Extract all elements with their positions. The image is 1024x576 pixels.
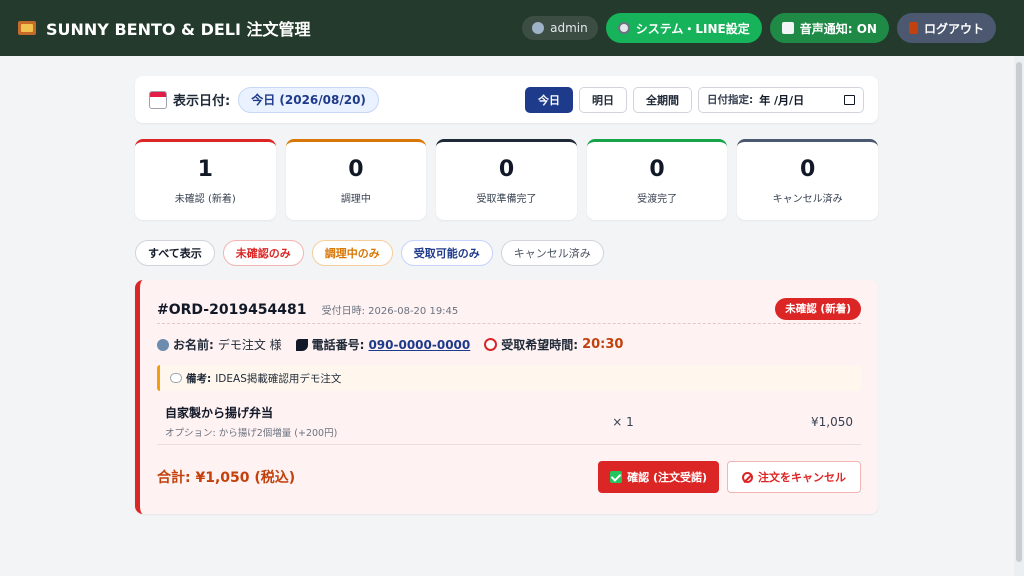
settings-button[interactable]: システム・LINE設定 [605, 13, 762, 43]
door-icon [908, 22, 918, 34]
order-actions: 確認 (注文受諾) 注文をキャンセル [598, 461, 861, 493]
note-label: 備考: [186, 372, 212, 385]
user-icon [532, 22, 545, 34]
phone-link[interactable]: 090-0000-0000 [368, 338, 470, 352]
status-filters: すべて表示 未確認のみ 調理中のみ 受取可能のみ キャンセル済み [135, 240, 878, 266]
pickup-time: 受取希望時間: 20:30 [484, 336, 623, 353]
stat-cooking: 0 調理中 [285, 139, 427, 220]
all-period-button[interactable]: 全期間 [633, 86, 692, 113]
name-label: お名前: [173, 338, 214, 352]
order-footer: 合計: ¥1,050 (税込) 確認 (注文受諾) 注文をキャンセル [157, 461, 861, 493]
stat-label: 受取準備完了 [476, 194, 537, 205]
confirm-order-button[interactable]: 確認 (注文受諾) [598, 461, 719, 493]
stat-count: 0 [800, 157, 816, 182]
order-received-time: 受付日時: 2026-08-20 19:45 [321, 306, 459, 317]
order-card: #ORD-2019454481 受付日時: 2026-08-20 19:45 未… [135, 280, 878, 514]
item-option: オプション: から揚げ2個増量 (+200円) [165, 428, 338, 439]
date-label-text: 表示日付: [173, 94, 231, 109]
app-title: SUNNY BENTO & DELI 注文管理 [46, 20, 311, 39]
tomorrow-button[interactable]: 明日 [579, 86, 627, 113]
date-picker-input[interactable]: 日付指定: 年 /月/日 [698, 86, 864, 113]
customer-phone: 電話番号: 090-0000-0000 [295, 336, 470, 353]
filter-cooking-button[interactable]: 調理中のみ [311, 240, 393, 266]
item-name: 自家製から揚げ弁当 [165, 406, 274, 420]
note-value: IDEAS掲載確認用デモ注文 [215, 372, 342, 385]
filter-all-button[interactable]: すべて表示 [135, 240, 215, 266]
main-content: 表示日付: 今日 (2026/08/20) 今日 明日 全期間 日付指定: 年 … [135, 76, 878, 514]
status-badge: 未確認 (新着) [775, 297, 861, 320]
filter-cancelled-button[interactable]: キャンセル済み [500, 240, 604, 266]
order-id: #ORD-2019454481 [157, 302, 307, 318]
date-bar: 表示日付: 今日 (2026/08/20) 今日 明日 全期間 日付指定: 年 … [135, 76, 878, 123]
pickup-label: 受取希望時間: [501, 338, 579, 352]
customer-info: お名前: デモ注文 様 電話番号: 090-0000-0000 受取希望時間: … [157, 336, 861, 353]
sound-label: 音声通知: ON [799, 21, 877, 36]
order-total: 合計: ¥1,050 (税込) [157, 470, 296, 486]
date-picker-label: 日付指定: [707, 94, 754, 106]
filter-unconfirmed-button[interactable]: 未確認のみ [222, 240, 304, 266]
settings-label: システム・LINE設定 [635, 21, 750, 36]
user-badge: admin [522, 16, 598, 40]
order-line-item: 自家製から揚げ弁当 オプション: から揚げ2個増量 (+200円) × 1 ¥1… [157, 399, 861, 445]
speech-bubble-icon [170, 373, 182, 383]
stat-count: 0 [649, 157, 665, 182]
stat-ready: 0 受取準備完了 [436, 139, 577, 220]
item-quantity: × 1 [612, 414, 634, 429]
page-scrollbar[interactable] [1014, 56, 1024, 576]
scrollbar-thumb[interactable] [1016, 62, 1022, 562]
current-date-chip: 今日 (2026/08/20) [238, 86, 379, 113]
header-nav: admin システム・LINE設定 音声通知: ON ログアウト [522, 13, 996, 43]
cancel-label: 注文をキャンセル [758, 471, 846, 484]
item-price: ¥1,050 [811, 414, 853, 429]
speaker-icon [781, 22, 794, 34]
stat-label: 受渡完了 [637, 194, 678, 205]
stat-count: 0 [348, 157, 364, 182]
brand: SUNNY BENTO & DELI 注文管理 [18, 16, 311, 40]
prohibited-icon [742, 471, 753, 483]
customer-name: お名前: デモ注文 様 [157, 336, 282, 353]
filter-ready-button[interactable]: 受取可能のみ [400, 240, 493, 266]
bento-logo-icon [18, 21, 36, 35]
today-button[interactable]: 今日 [525, 86, 573, 113]
stat-label: 未確認 (新着) [174, 194, 236, 205]
date-label: 表示日付: [149, 90, 230, 109]
sound-toggle-button[interactable]: 音声通知: ON [769, 13, 889, 43]
name-value: デモ注文 様 [217, 338, 282, 352]
stat-label: 調理中 [340, 194, 371, 205]
calendar-icon [149, 90, 167, 109]
confirm-label: 確認 (注文受諾) [627, 471, 707, 484]
logout-button[interactable]: ログアウト [896, 13, 996, 43]
stat-label: キャンセル済み [772, 194, 843, 205]
stat-count: 1 [197, 157, 213, 182]
order-header: #ORD-2019454481 受付日時: 2026-08-20 19:45 未… [157, 294, 861, 324]
person-icon [157, 338, 169, 351]
logout-label: ログアウト [923, 21, 984, 36]
gear-icon [617, 22, 630, 34]
phone-label: 電話番号: [311, 338, 365, 352]
stat-unconfirmed: 1 未確認 (新着) [135, 139, 276, 220]
stat-cancelled: 0 キャンセル済み [737, 139, 878, 220]
pickup-value: 20:30 [582, 337, 624, 352]
alarm-clock-icon [484, 338, 498, 351]
stat-delivered: 0 受渡完了 [586, 139, 728, 220]
cancel-order-button[interactable]: 注文をキャンセル [727, 461, 861, 493]
status-stats: 1 未確認 (新着) 0 調理中 0 受取準備完了 0 受渡完了 0 キャンセル… [135, 139, 878, 220]
stat-count: 0 [498, 157, 515, 182]
order-note: 備考: IDEAS掲載確認用デモ注文 [157, 365, 861, 391]
calendar-picker-icon[interactable] [844, 94, 855, 105]
date-picker-value: 年 /月/日 [759, 93, 805, 107]
user-name: admin [550, 21, 588, 35]
check-icon [610, 471, 623, 483]
phone-icon [295, 338, 308, 351]
top-bar: SUNNY BENTO & DELI 注文管理 admin システム・LINE設… [0, 0, 1024, 56]
